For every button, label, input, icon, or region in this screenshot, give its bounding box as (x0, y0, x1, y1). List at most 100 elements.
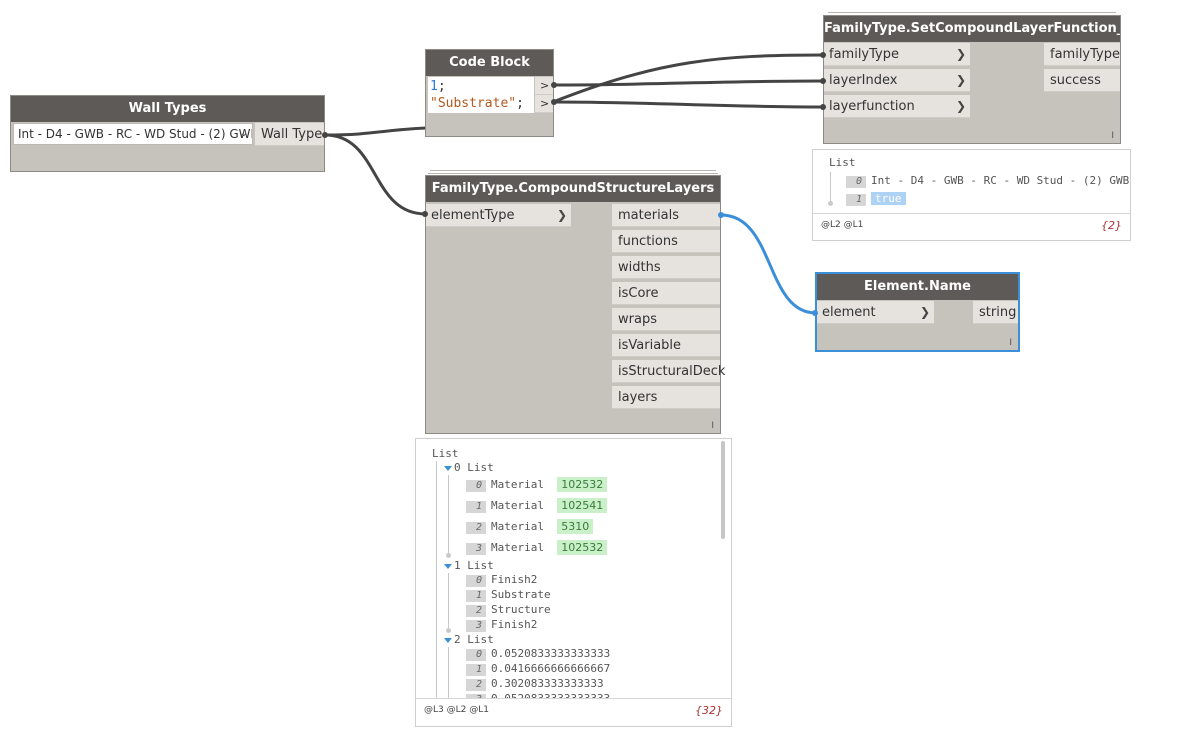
set-compound-layer-function-node[interactable]: FamilyType.SetCompoundLayerFunction_chad… (823, 15, 1121, 144)
preview-item: 2 Material 5310 (466, 519, 594, 534)
code-output-port-2[interactable]: > (535, 95, 553, 113)
wall-type-dropdown[interactable]: Int - D4 - GWB - RC - WD Stud - (2) GWB … (13, 123, 253, 145)
preview-footer: @L2 @L1 {2} (813, 213, 1130, 240)
preview-scrollbar[interactable] (721, 441, 725, 539)
item-type: Material (491, 499, 544, 512)
lacing-indicator[interactable]: I (711, 421, 714, 431)
output-port-materials[interactable]: materials (612, 204, 720, 227)
input-port-family-type[interactable]: familyType ❯ (824, 43, 970, 66)
chevron-right-icon: ❯ (955, 73, 966, 87)
item-count: {2} (1101, 219, 1122, 232)
input-port-layer-index[interactable]: layerIndex ❯ (824, 69, 970, 92)
code-editor[interactable]: 1; "Substrate"; (428, 77, 534, 113)
preview-value: 0.0416666666666667 (491, 662, 611, 675)
port-label: materials (618, 208, 680, 223)
layerfunction-input-connector[interactable] (820, 104, 826, 110)
preview-item: 1 Substrate (466, 587, 551, 602)
code-output-connector-2[interactable] (551, 99, 557, 105)
wire-walltype-to-codeblock (324, 126, 427, 137)
output-port-is-variable[interactable]: isVariable (612, 334, 720, 357)
element-type-input-connector[interactable] (422, 211, 428, 217)
output-port-wraps[interactable]: wraps (612, 308, 720, 331)
code-output-connector-1[interactable] (551, 82, 557, 88)
wall-type-output-connector[interactable] (322, 132, 328, 138)
compound-structure-layers-node[interactable]: FamilyType.CompoundStructureLayers eleme… (425, 175, 725, 434)
code-semicolon: ; (516, 96, 524, 111)
preview-value: Structure (491, 603, 551, 616)
sublist-header[interactable]: 0 List (444, 460, 494, 475)
output-port-functions[interactable]: functions (612, 230, 720, 253)
chevron-down-icon: ⌄ (239, 128, 248, 139)
node-title[interactable]: Code Block (426, 50, 553, 76)
list-levels[interactable]: @L3 @L2 @L1 (424, 705, 489, 715)
input-port-layer-function[interactable]: layerfunction ❯ (824, 95, 970, 118)
preview-footer: @L3 @L2 @L1 {32} (416, 698, 731, 726)
port-label: wraps (618, 312, 657, 327)
node-title[interactable]: FamilyType.CompoundStructureLayers (426, 176, 720, 202)
expand-arrow-icon[interactable] (444, 563, 452, 569)
sublist-header[interactable]: 1 List (444, 558, 494, 573)
preview-item: 2 0.302083333333333 (466, 676, 604, 691)
code-semicolon: ; (437, 79, 446, 94)
port-label: elementType (431, 208, 515, 223)
code-block-node[interactable]: Code Block 1; "Substrate"; > > (425, 49, 554, 137)
output-port-success[interactable]: success (1044, 69, 1120, 92)
output-port-layers[interactable]: layers (612, 386, 720, 409)
preview-value: true (871, 192, 906, 205)
expand-arrow-icon[interactable] (444, 465, 452, 471)
item-count: {32} (695, 704, 723, 717)
sublist-header[interactable]: 2 List (444, 632, 494, 647)
preview-index: 0 (466, 480, 486, 492)
preview-item: 0 Material 102532 (466, 477, 608, 492)
output-port-string[interactable]: string (973, 301, 1018, 324)
chevron-right-icon: ❯ (955, 99, 966, 113)
element-name-node[interactable]: Element.Name element ❯ string I (815, 272, 1020, 352)
code-line-2: "Substrate"; (430, 95, 524, 112)
list-levels[interactable]: @L2 @L1 (821, 220, 863, 230)
preview-root-label: List (432, 447, 459, 460)
node-title[interactable]: Wall Types (11, 96, 324, 122)
lacing-indicator[interactable]: I (1009, 338, 1012, 348)
familytype-input-connector[interactable] (820, 52, 826, 58)
layerindex-input-connector[interactable] (820, 78, 826, 84)
tree-end-marker (828, 201, 833, 206)
preview-index: 3 (466, 620, 486, 632)
preview-item: 3 Material 102532 (466, 540, 608, 555)
preview-value: Finish2 (491, 573, 538, 586)
output-port-is-core[interactable]: isCore (612, 282, 720, 305)
wall-types-node[interactable]: Wall Types Int - D4 - GWB - RC - WD Stud… (10, 95, 325, 172)
materials-output-connector[interactable] (718, 212, 724, 218)
output-port-widths[interactable]: widths (612, 256, 720, 279)
expand-arrow-icon[interactable] (444, 637, 452, 643)
set-layer-preview[interactable]: List 0 Int - D4 - GWB - RC - WD Stud - (2… (812, 149, 1131, 241)
port-label: isCore (618, 286, 659, 301)
output-port-family-type[interactable]: familyType (1044, 43, 1120, 66)
tree-guide (448, 475, 449, 553)
material-id: 102541 (557, 498, 608, 513)
preview-index: 1 (466, 590, 486, 602)
preview-index: 0 (466, 649, 486, 661)
compound-layers-preview[interactable]: List 0 List 0 Material 102532 1 Material 1… (415, 438, 732, 727)
chevron-right-icon: > (540, 97, 550, 110)
chevron-right-icon: > (540, 79, 550, 92)
chevron-right-icon: ❯ (919, 305, 930, 319)
preview-item: 1 Material 102541 (466, 498, 608, 513)
preview-root-label: List (829, 156, 856, 169)
tree-guide (830, 172, 831, 202)
output-port-wall-type[interactable]: Wall Type (255, 123, 324, 146)
element-input-connector[interactable] (812, 310, 818, 316)
node-title[interactable]: FamilyType.SetCompoundLayerFunction_chad (824, 16, 1120, 42)
input-port-element[interactable]: element ❯ (817, 301, 934, 324)
output-port-is-structural-deck[interactable]: isStructuralDeck (612, 360, 725, 383)
preview-index: 1 (466, 501, 486, 513)
port-label: widths (618, 260, 661, 275)
node-title[interactable]: Element.Name (817, 274, 1018, 300)
preview-item: 0 0.0520833333333333 (466, 646, 610, 661)
input-port-element-type[interactable]: elementType ❯ (426, 204, 571, 227)
port-label: layerfunction (829, 99, 915, 114)
lacing-indicator[interactable]: I (1111, 131, 1114, 141)
preview-index: 2 (466, 605, 486, 617)
port-label: layerIndex (829, 73, 898, 88)
dropdown-value: Int - D4 - GWB - RC - WD Stud - (2) GWB (18, 127, 253, 141)
preview-index: 1 (466, 664, 486, 676)
